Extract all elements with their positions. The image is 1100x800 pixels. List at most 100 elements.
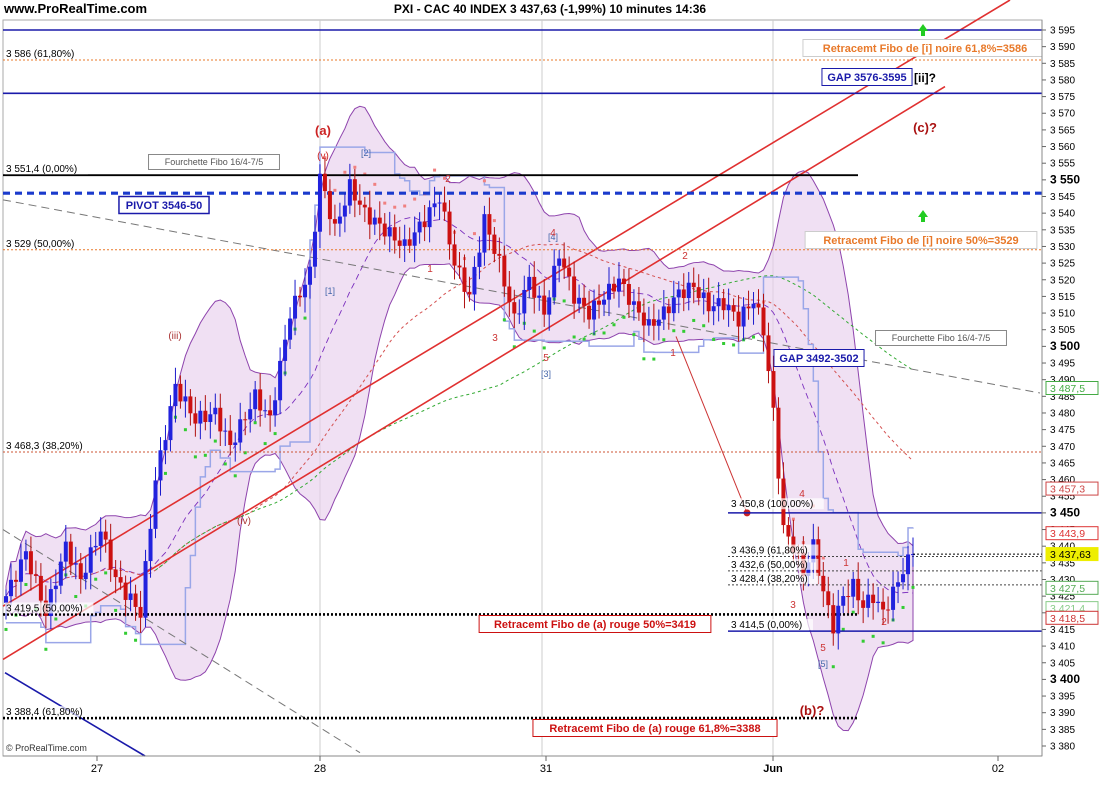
candle-body [108,539,113,570]
sar-dot [4,627,8,631]
candle-body [218,407,223,432]
y-tick-label: 3 485 [1050,392,1075,403]
annotation-wave-2-b: 2 [682,251,688,262]
arrow-line [675,336,748,514]
candle-body [646,319,651,326]
sar-dot [333,188,337,192]
candle-body [407,239,412,246]
y-tick-label: 3 425 [1050,592,1075,603]
y-tick-label: 3 495 [1050,359,1075,370]
y-tick-label: 3 535 [1050,225,1075,236]
y-tick-label: 3 565 [1050,125,1075,136]
fibo-label-2: 3 529 (50,00%) [6,239,74,250]
candle-body [487,214,492,235]
legend-sar[interactable]: SAR ATDMF (0,02 0,02 0,2) [38,19,162,30]
sar-dot [752,335,756,339]
candle-body [442,202,447,212]
fibo-label-bg [5,439,94,451]
candle-body [746,306,751,309]
candle-body [911,554,915,556]
candle-body [183,396,188,402]
y-tick-label: 3 390 [1050,708,1075,719]
candle-body [98,531,103,546]
annotation-gap-3576-box [821,68,913,86]
candle-body [492,234,497,254]
sar-dot [841,627,845,631]
sar-dot [403,204,407,208]
candle-body [58,561,63,586]
candle-body [362,204,367,208]
price-tag-6: 3 418,5 [1050,613,1085,625]
fibo-label-bg [5,602,94,614]
candle-body [537,295,542,298]
candle-body [761,307,766,336]
price-tag-1: 3 457,3 [1050,484,1085,496]
candle-body [731,305,736,312]
price-tag-5: 3 421,4 [1050,603,1085,615]
sar-dot [134,638,138,642]
candle-body [781,478,786,526]
sar-dot [323,156,327,160]
candle-body [223,430,228,432]
candle-body [133,593,138,607]
candle-body [691,282,696,288]
candle-body [577,297,582,304]
y-tick-label: 3 480 [1050,408,1075,419]
candle-body [38,575,43,601]
sar-dot [393,205,397,209]
candle-body [357,200,362,205]
sar-dot [861,639,865,643]
price-label: Prix [5,19,23,30]
sar-dot [303,316,307,320]
sar-dot [482,179,486,183]
legend-ma50[interactable]: Moyenne mobile (Simple 50) [600,19,727,30]
legend-ma100[interactable]: Moyenne mobile (Simple 100) [345,19,478,30]
legend-bollinger[interactable]: Boll sup Boll inf Boll milieu (20,2) [182,19,328,30]
candle-body [587,305,592,320]
annotation-fibo-a-61-8: Retracemt Fibo de (a) rouge 61,8%=3388 [549,723,760,735]
sar-dot [522,321,526,325]
sar-dot [313,263,317,267]
annotation-wave-5-a: 5 [543,353,549,364]
candle-body [367,207,372,225]
candle-body [831,605,836,634]
annotation-wave-3-b: 3 [790,600,796,611]
legend-supertrend[interactable]: SuperTrend (3,10) [501,19,582,30]
candle-body [876,601,881,604]
green-arrow-head-0 [918,24,928,31]
candle-body [482,214,487,253]
candle-body [861,600,866,608]
fibo-label-bg [5,47,83,59]
sar-dot [622,315,626,319]
sar-dot [692,318,696,322]
candle-body [696,287,701,299]
sar-dot [243,451,247,455]
candle-body [18,559,23,582]
candle-body [631,301,636,305]
candle-body [198,410,203,424]
candle-body [881,601,886,610]
sar-dot [712,338,716,342]
copyright-text: © ProRealTime.com [6,743,87,753]
candle-body [597,300,602,305]
candle-body [522,289,527,314]
y-tick-label: 3 555 [1050,159,1075,170]
candle-body [73,563,78,565]
annotation-wave-c: (c)? [913,120,937,135]
sar-dot [273,432,277,436]
candle-body [118,577,123,583]
sar-dot [193,455,197,459]
annotation-fibo-a-61-8-box [532,719,778,737]
sar-dot [462,257,466,261]
fibo-label-3: 3 468,3 (38,20%) [6,441,83,452]
candle-body [871,594,876,604]
annotation-wave-iv: (iv) [237,516,251,527]
sar-dot [104,571,108,575]
annotation-fibo-a-50: Retracemt Fibo de (a) rouge 50%=3419 [494,619,696,631]
trend-channel-upper [2,0,1011,607]
candle-body [432,203,437,208]
candle-body [283,339,288,361]
price-tag-box [1045,381,1099,395]
candle-body [621,278,626,285]
sar-dot [672,329,676,333]
